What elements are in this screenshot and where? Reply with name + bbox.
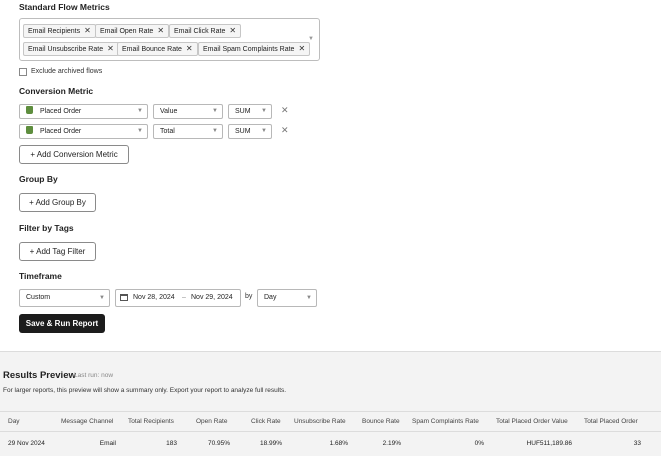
chevron-down-icon[interactable]: ▼ [308,36,314,42]
close-icon[interactable]: ✕ [84,26,91,35]
aggregation-value: SUM [235,128,251,135]
conversion-field-select[interactable]: Value ▼ [153,104,223,119]
table-cell: 183 [166,440,177,447]
table-cell: 0% [474,440,484,447]
metric-chip: Email Click Rate ✕ [169,24,242,38]
column-header: Day [8,418,20,425]
metric-chip: Email Spam Complaints Rate ✕ [198,42,311,56]
filter-by-tags-label: Filter by Tags [19,223,74,233]
table-cell: 33 [633,440,641,447]
close-icon[interactable]: ✕ [186,44,193,53]
start-date[interactable]: Nov 28, 2024 [133,290,175,306]
exclude-archived-checkbox[interactable] [19,68,27,76]
chevron-down-icon: ▼ [212,108,218,114]
metric-chip: Email Bounce Rate ✕ [117,42,198,56]
add-conversion-metric-button[interactable]: + Add Conversion Metric [19,145,129,164]
column-header: Total Recipients [128,418,174,425]
metric-chip-label: Email Spam Complaints Rate [203,46,295,53]
column-header: Total Placed Order [584,418,638,425]
conversion-metric-value: Placed Order [40,108,82,115]
by-label: by [245,293,253,300]
table-divider [0,431,661,432]
column-header: Unsubscribe Rate [294,418,346,425]
conversion-metric-value: Placed Order [40,128,82,135]
metric-chip: Email Open Rate ✕ [95,24,170,38]
table-cell: 2.19% [382,440,401,447]
conversion-metric-select[interactable]: Placed Order ▼ [19,104,148,119]
chevron-down-icon: ▼ [212,128,218,134]
timeframe-preset-select[interactable]: Custom ▼ [19,289,110,307]
metric-chip-label: Email Bounce Rate [122,46,182,53]
column-header: Click Rate [251,418,281,425]
results-note: For larger reports, this preview will sh… [3,387,287,394]
metric-chip-label: Email Click Rate [174,28,226,35]
metrics-multiselect[interactable]: Email Recipients ✕ Email Open Rate ✕ Email… [19,18,320,61]
metric-chip-label: Email Unsubscribe Rate [28,46,104,53]
timeframe-preset-value: Custom [26,294,51,301]
calendar-icon [120,294,128,301]
column-header: Total Placed Order Value [496,418,568,425]
chevron-down-icon: ▼ [99,295,105,301]
column-header: Spam Complaints Rate [412,418,479,425]
table-cell: 29 Nov 2024 [8,440,45,447]
results-preview-title: Results Preview [3,370,76,381]
column-header: Open Rate [196,418,228,425]
add-tag-filter-button[interactable]: + Add Tag Filter [19,242,96,261]
shopify-icon [26,106,33,114]
chevron-down-icon: ▼ [306,295,312,301]
chevron-down-icon: ▼ [261,108,267,114]
chevron-down-icon: ▼ [261,128,267,134]
conversion-field-value: Value [160,108,178,115]
close-icon[interactable]: ✕ [107,44,114,53]
standard-flow-metrics-label: Standard Flow Metrics [19,2,110,12]
timeframe-label: Timeframe [19,271,62,281]
conversion-metric-select[interactable]: Placed Order ▼ [19,124,148,139]
add-group-by-button[interactable]: + Add Group By [19,193,96,212]
chevron-down-icon: ▼ [137,108,143,114]
metric-chip-label: Email Open Rate [100,28,154,35]
granularity-value: Day [264,294,277,301]
table-cell: Email [99,440,116,447]
chevron-down-icon: ▼ [137,128,143,134]
last-run-text: Last run: now [74,372,114,379]
aggregation-select[interactable]: SUM ▼ [228,104,272,119]
metric-chip: Email Unsubscribe Rate ✕ [23,42,119,56]
close-icon[interactable]: ✕ [157,26,164,35]
shopify-icon [26,126,33,134]
metric-chip: Email Recipients ✕ [23,24,96,38]
date-range-picker[interactable]: Nov 28, 2024 – Nov 29, 2024 [115,289,241,307]
close-icon[interactable]: ✕ [229,26,236,35]
aggregation-value: SUM [235,108,251,115]
conversion-field-value: Total [160,128,175,135]
date-separator: – [182,294,186,301]
table-cell: 1.68% [329,440,348,447]
metric-chip-label: Email Recipients [28,28,81,35]
table-cell: 18.99% [259,440,282,447]
column-header: Message Channel [61,418,114,425]
exclude-archived-label: Exclude archived flows [31,68,103,75]
end-date[interactable]: Nov 29, 2024 [191,290,233,306]
close-icon[interactable]: ✕ [298,44,305,53]
table-cell: 70.95% [207,440,230,447]
report-builder-card: Standard Flow Metrics Email Recipients ✕ … [0,0,661,352]
column-header: Bounce Rate [362,418,400,425]
conversion-metric-label: Conversion Metric [19,86,94,96]
close-icon[interactable]: ✕ [281,105,289,116]
aggregation-select[interactable]: SUM ▼ [228,124,272,139]
conversion-field-select[interactable]: Total ▼ [153,124,223,139]
table-cell: HUF511,189.86 [526,440,572,447]
table-divider [0,411,661,412]
granularity-select[interactable]: Day ▼ [257,289,317,307]
save-run-report-button[interactable]: Save & Run Report [19,314,105,333]
group-by-label: Group By [19,174,58,184]
close-icon[interactable]: ✕ [281,125,289,136]
